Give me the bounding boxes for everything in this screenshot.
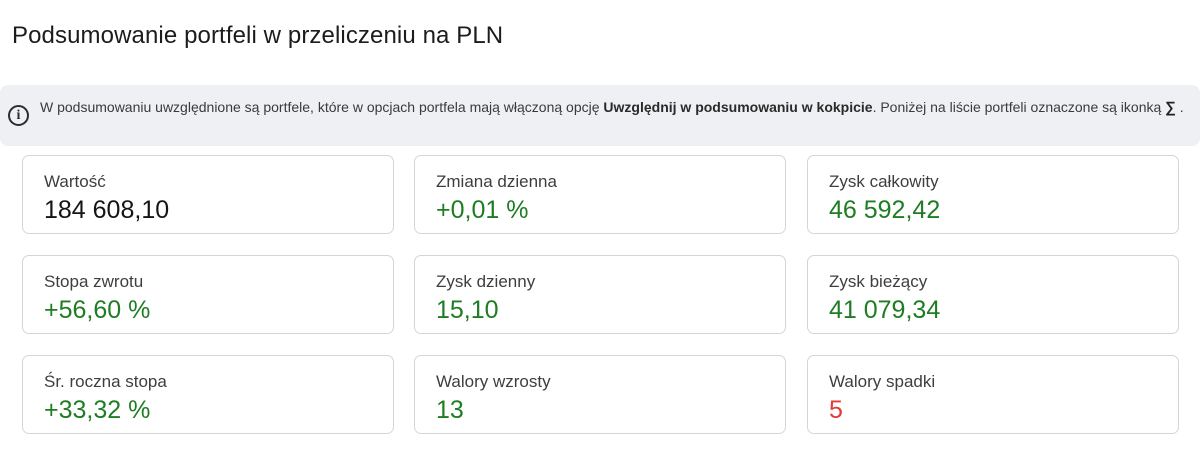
card-value: +0,01 % — [436, 196, 529, 224]
card-zysk-calkowity: Zysk całkowity 46 592,42 — [807, 155, 1179, 234]
card-label: Stopa zwrotu — [44, 272, 144, 291]
info-text-part: . — [1175, 99, 1184, 115]
card-label: Walory wzrosty — [436, 372, 551, 391]
card-zmiana-dzienna: Zmiana dzienna +0,01 % — [414, 155, 786, 234]
info-circle-icon: i — [8, 105, 29, 126]
card-label: Walory spadki — [829, 372, 936, 391]
page-title: Podsumowanie portfeli w przeliczeniu na … — [12, 22, 504, 49]
card-value: 46 592,42 — [829, 196, 941, 224]
info-text-part: . Poniżej na liście portfeli oznaczone s… — [872, 99, 1166, 115]
card-value: 5 — [829, 396, 843, 424]
card-value: +56,60 % — [44, 296, 151, 324]
card-label: Zysk całkowity — [829, 172, 939, 191]
card-wartosc: Wartość 184 608,10 — [22, 155, 394, 234]
card-walory-spadki: Walory spadki 5 — [807, 355, 1179, 434]
card-stopa-zwrotu: Stopa zwrotu +56,60 % — [22, 255, 394, 334]
card-walory-wzrosty: Walory wzrosty 13 — [414, 355, 786, 434]
card-label: Zysk bieżący — [829, 272, 928, 291]
sigma-icon: ∑ — [1165, 99, 1176, 116]
card-zysk-biezacy: Zysk bieżący 41 079,34 — [807, 255, 1179, 334]
card-label: Zysk dzienny — [436, 272, 536, 291]
info-banner: i W podsumowaniu uwzględnione są portfel… — [0, 85, 1200, 146]
card-value: 15,10 — [436, 296, 499, 324]
card-value: 184 608,10 — [44, 196, 170, 224]
info-text: W podsumowaniu uwzględnione są portfele,… — [40, 97, 1190, 118]
info-text-part: W podsumowaniu uwzględnione są portfele,… — [40, 99, 604, 115]
card-zysk-dzienny: Zysk dzienny 15,10 — [414, 255, 786, 334]
info-option-name: Uwzględnij w podsumowaniu w kokpicie — [603, 99, 873, 115]
card-label: Zmiana dzienna — [436, 172, 557, 191]
portfolio-summary-page: Podsumowanie portfeli w przeliczeniu na … — [0, 0, 1200, 453]
card-label: Śr. roczna stopa — [44, 372, 167, 391]
card-sr-roczna-stopa: Śr. roczna stopa +33,32 % — [22, 355, 394, 434]
card-value: 13 — [436, 396, 464, 424]
card-label: Wartość — [44, 172, 106, 191]
card-value: 41 079,34 — [829, 296, 941, 324]
card-value: +33,32 % — [44, 396, 151, 424]
